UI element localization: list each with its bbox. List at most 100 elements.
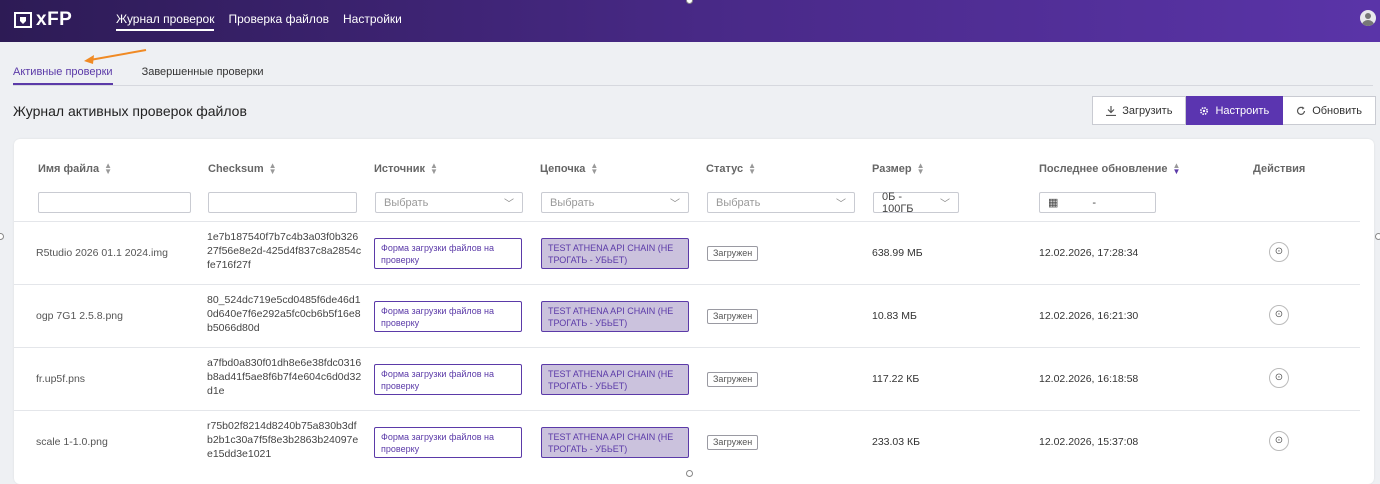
logo-icon — [14, 12, 32, 28]
col-header-updated[interactable]: Последнее обновление ▲ ▼ — [1039, 161, 1181, 176]
nav-check-log[interactable]: Журнал проверок — [116, 12, 215, 31]
row-size: 233.03 КБ — [872, 436, 921, 448]
resize-handle[interactable] — [1375, 233, 1380, 240]
toolbar: Загрузить Настроить Обновить — [1092, 96, 1376, 125]
row-checksum: r75b02f8214d8240b75a830b3dfb2b1c30a7f5f8… — [207, 420, 359, 460]
row-source-badge: Форма загрузки файлов на проверку — [374, 238, 522, 269]
col-chain-label: Цепочка — [540, 163, 586, 175]
chevron-down-icon: ﹀ — [940, 199, 950, 210]
col-filename-label: Имя файла — [38, 163, 100, 175]
sort-icon: ▲ ▼ — [916, 161, 925, 176]
col-header-checksum[interactable]: Checksum ▲ ▼ — [208, 161, 277, 176]
annotation-arrow — [84, 49, 147, 64]
date-range-picker[interactable]: ▦ - — [1039, 192, 1156, 213]
sort-icon: ▲ ▼ — [748, 161, 756, 176]
tab-completed-checks[interactable]: Завершенные проверки — [142, 65, 264, 85]
configure-button[interactable]: Настроить — [1186, 96, 1284, 125]
size-range-select[interactable]: 0Б - 100ГБ ﹀ — [873, 190, 959, 215]
status-filter-select[interactable]: Выбрать ﹀ — [707, 192, 855, 213]
row-checksum: a7fbd0a830f01dh8e6e38fdc0316b8ad41f5ae8f… — [207, 357, 362, 397]
table-row[interactable]: scale 1-1.0.png r75b02f8214d8240b75a830b… — [14, 410, 1360, 473]
row-view-button[interactable]: ⊙ — [1269, 242, 1289, 262]
download-icon — [1106, 105, 1117, 116]
row-chain-badge: TEST ATHENA API CHAIN (НЕ ТРОГАТЬ - УБЬЕ… — [541, 427, 689, 458]
table-row[interactable]: ogp 7G1 2.5.8.png 80_524dc719e5cd0485f6d… — [14, 284, 1360, 347]
upload-button[interactable]: Загрузить — [1092, 96, 1187, 125]
row-filename: scale 1-1.0.png — [36, 436, 108, 448]
row-source-badge: Форма загрузки файлов на проверку — [374, 364, 522, 395]
sort-icon: ▲ ▼ — [104, 161, 113, 176]
col-header-actions: Действия — [1253, 163, 1305, 175]
row-checksum: 80_524dc719e5cd0485f6de46d10d640e7f6e292… — [207, 294, 361, 334]
search-icon: ⊙ — [1274, 372, 1284, 383]
nav-settings[interactable]: Настройки — [343, 12, 402, 31]
chevron-down-icon: ﹀ — [670, 199, 680, 210]
row-status-badge: Загружен — [707, 246, 759, 261]
col-source-label: Источник — [374, 163, 426, 175]
col-header-status[interactable]: Статус ▲ ▼ — [706, 161, 756, 176]
chevron-down-icon: ﹀ — [504, 199, 514, 210]
user-avatar[interactable] — [1360, 10, 1376, 26]
refresh-button[interactable]: Обновить — [1283, 96, 1376, 125]
col-header-source[interactable]: Источник ▲ ▼ — [374, 161, 438, 176]
search-icon: ⊙ — [1274, 435, 1284, 446]
chain-filter-select[interactable]: Выбрать ﹀ — [541, 192, 689, 213]
top-nav: Журнал проверок Проверка файлов Настройк… — [116, 0, 402, 42]
filename-filter-input[interactable] — [38, 192, 191, 213]
col-header-chain[interactable]: Цепочка ▲ ▼ — [540, 161, 599, 176]
col-size-label: Размер — [872, 163, 912, 175]
row-view-button[interactable]: ⊙ — [1269, 431, 1289, 451]
sort-icon: ▲ ▼ — [268, 161, 277, 176]
app-logo[interactable]: xFP — [14, 9, 72, 31]
top-bar: xFP Журнал проверок Проверка файлов Наст… — [0, 0, 1380, 42]
row-status-badge: Загружен — [707, 435, 759, 450]
row-checksum: 1e7b187540f7b7c4b3a03f0b32627f56e8e2d-42… — [207, 231, 362, 271]
refresh-label: Обновить — [1312, 104, 1362, 117]
checksum-filter-input[interactable] — [208, 192, 357, 213]
size-range-value: 0Б - 100ГБ — [882, 190, 914, 215]
row-updated: 12.02.2026, 17:28:34 — [1039, 247, 1139, 259]
chain-filter-value: Выбрать — [550, 196, 595, 209]
source-filter-select[interactable]: Выбрать ﹀ — [375, 192, 523, 213]
row-updated: 12.02.2026, 16:18:58 — [1039, 373, 1139, 385]
row-chain-badge: TEST ATHENA API CHAIN (НЕ ТРОГАТЬ - УБЬЕ… — [541, 364, 689, 395]
source-filter-value: Выбрать — [384, 196, 429, 209]
col-status-label: Статус — [706, 163, 744, 175]
row-updated: 12.02.2026, 16:21:30 — [1039, 310, 1139, 322]
row-filename: fr.up5f.pns — [36, 373, 86, 385]
row-status-badge: Загружен — [707, 309, 759, 324]
col-header-filename[interactable]: Имя файла ▲ ▼ — [38, 161, 113, 176]
row-status-badge: Загружен — [707, 372, 759, 387]
sort-icon: ▲ ▼ — [590, 161, 599, 176]
col-actions-label: Действия — [1253, 163, 1306, 175]
row-source-badge: Форма загрузки файлов на проверку — [374, 301, 522, 332]
row-filename: ogp 7G1 2.5.8.png — [36, 310, 123, 322]
upload-label: Загрузить — [1122, 104, 1173, 117]
col-header-size[interactable]: Размер ▲ ▼ — [872, 161, 925, 176]
resize-handle[interactable] — [0, 233, 4, 240]
row-view-button[interactable]: ⊙ — [1269, 305, 1289, 325]
checks-table: Имя файла ▲ ▼ Checksum ▲ ▼ Источник ▲ ▼ Цепочк… — [14, 139, 1374, 484]
logo-text: xFP — [36, 9, 73, 30]
col-checksum-label: Checksum — [208, 163, 264, 175]
sort-icon: ▲ ▼ — [430, 161, 438, 176]
configure-label: Настроить — [1215, 104, 1270, 117]
row-view-button[interactable]: ⊙ — [1269, 368, 1289, 388]
row-size: 638.99 МБ — [872, 247, 923, 259]
chevron-down-icon: ﹀ — [836, 199, 846, 210]
row-filename: R5tudio 2026 01.1 2024.img — [36, 247, 168, 259]
col-updated-label: Последнее обновление — [1039, 163, 1168, 175]
resize-handle[interactable] — [686, 470, 693, 477]
row-chain-badge: TEST ATHENA API CHAIN (НЕ ТРОГАТЬ - УБЬЕ… — [541, 301, 689, 332]
nav-file-check[interactable]: Проверка файлов — [228, 12, 329, 31]
sort-desc-icon: ▲ ▼ — [1172, 161, 1181, 176]
refresh-icon — [1297, 106, 1306, 115]
gear-icon — [1200, 106, 1209, 115]
date-range-value: - — [1092, 196, 1097, 209]
search-icon: ⊙ — [1274, 246, 1284, 257]
search-icon: ⊙ — [1274, 309, 1284, 320]
tab-active-checks[interactable]: Активные проверки — [13, 65, 113, 85]
table-row[interactable]: R5tudio 2026 01.1 2024.img 1e7b187540f7b… — [14, 221, 1360, 284]
table-row[interactable]: fr.up5f.pns a7fbd0a830f01dh8e6e38fdc0316… — [14, 347, 1360, 410]
row-size: 10.83 МБ — [872, 310, 917, 322]
